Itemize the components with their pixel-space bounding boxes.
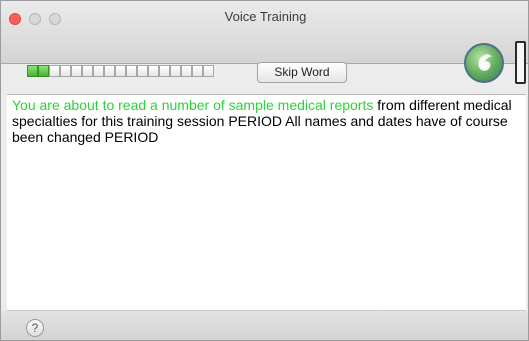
bottom-bar: ? bbox=[1, 311, 528, 340]
progress-segment bbox=[170, 65, 181, 77]
help-button[interactable]: ? bbox=[26, 319, 44, 337]
progress-segment bbox=[27, 65, 38, 77]
progress-segment bbox=[148, 65, 159, 77]
progress-segment bbox=[60, 65, 71, 77]
progress-segment bbox=[181, 65, 192, 77]
window-title: Voice Training bbox=[224, 9, 307, 24]
progress-segment bbox=[82, 65, 93, 77]
progress-segment bbox=[115, 65, 126, 77]
progress-segment bbox=[38, 65, 49, 77]
progress-segment bbox=[137, 65, 148, 77]
progress-segment bbox=[159, 65, 170, 77]
spoken-text: You are about to read a number of sample… bbox=[12, 97, 374, 113]
progress-segment bbox=[49, 65, 60, 77]
dragon-logo-icon bbox=[464, 43, 504, 83]
training-text-area: You are about to read a number of sample… bbox=[7, 94, 526, 311]
progress-segment bbox=[93, 65, 104, 77]
audio-level-meter-icon bbox=[515, 41, 526, 84]
progress-segment bbox=[203, 65, 214, 77]
skip-word-button[interactable]: Skip Word bbox=[257, 62, 347, 83]
progress-segment bbox=[126, 65, 137, 77]
voice-training-window: Voice Training Skip Word You are about t… bbox=[0, 0, 529, 341]
training-progress-bar bbox=[27, 65, 214, 77]
progress-segment bbox=[71, 65, 82, 77]
title-bar: Voice Training Skip Word bbox=[1, 1, 528, 84]
progress-segment bbox=[192, 65, 203, 77]
progress-segment bbox=[104, 65, 115, 77]
